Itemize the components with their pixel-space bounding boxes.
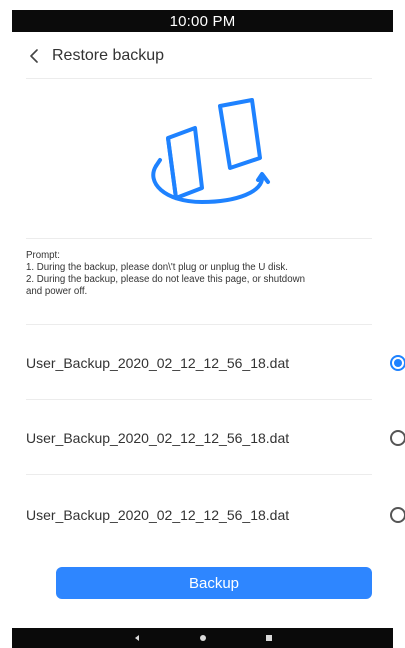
nav-recents-icon[interactable]	[265, 634, 273, 642]
status-time: 10:00 PM	[169, 12, 236, 30]
file-name: User_Backup_2020_02_12_12_56_18.dat	[26, 355, 290, 371]
nav-back-icon[interactable]	[133, 634, 141, 642]
navigation-bar	[12, 628, 393, 648]
radio-unselected[interactable]	[390, 507, 405, 523]
file-name: User_Backup_2020_02_12_12_56_18.dat	[26, 507, 290, 523]
file-row-3[interactable]: User_Backup_2020_02_12_12_56_18.dat	[26, 501, 405, 529]
prompt-heading: Prompt:	[26, 250, 60, 261]
backup-button[interactable]: Backup	[56, 567, 372, 599]
file-row-1[interactable]: User_Backup_2020_02_12_12_56_18.dat	[26, 349, 405, 377]
restore-backup-illustration-icon	[140, 96, 280, 216]
radio-unselected[interactable]	[390, 430, 405, 446]
nav-home-icon[interactable]	[199, 634, 207, 642]
page-title: Restore backup	[52, 47, 165, 64]
header: Restore backup	[26, 40, 386, 72]
file-name: User_Backup_2020_02_12_12_56_18.dat	[26, 430, 290, 446]
prompt-line-2: 2. During the backup, please do not leav…	[26, 274, 305, 285]
prompt-line-3: and power off.	[26, 286, 88, 297]
hero-divider	[26, 238, 372, 239]
radio-selected[interactable]	[390, 355, 405, 371]
prompt-text: Prompt: 1. During the backup, please don…	[26, 250, 386, 298]
file-row-2[interactable]: User_Backup_2020_02_12_12_56_18.dat	[26, 424, 405, 452]
row-divider-1	[26, 399, 372, 400]
header-divider	[26, 78, 372, 79]
chevron-left-icon[interactable]	[26, 48, 42, 64]
status-bar: 10:00 PM	[12, 10, 393, 32]
prompt-line-1: 1. During the backup, please don\'t plug…	[26, 262, 288, 273]
prompt-divider	[26, 324, 372, 325]
row-divider-2	[26, 474, 372, 475]
